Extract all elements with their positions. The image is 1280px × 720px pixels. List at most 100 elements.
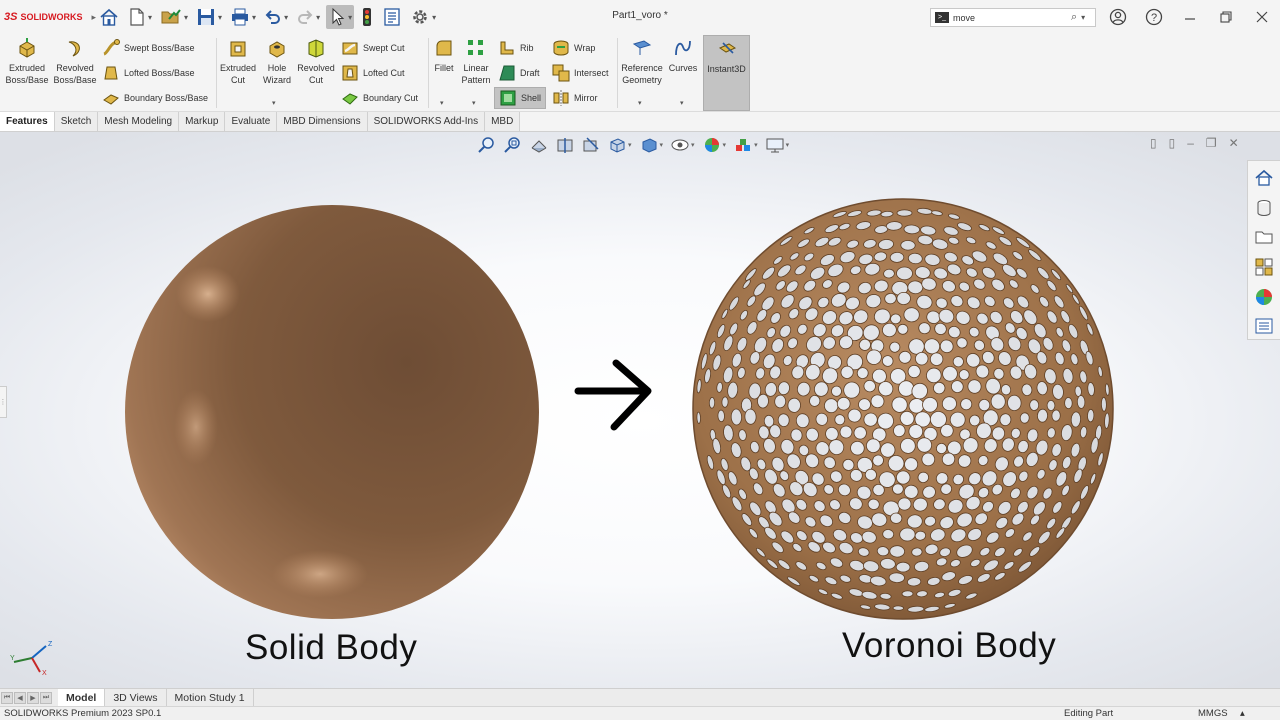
rib-button[interactable]: Rib bbox=[498, 39, 534, 57]
previous-tab-button[interactable]: ◀ bbox=[14, 692, 26, 704]
reference-geometry-button[interactable]: Reference Geometry bbox=[620, 38, 664, 86]
zoom-to-fit-button[interactable] bbox=[476, 136, 498, 154]
zoom-to-area-button[interactable] bbox=[502, 136, 524, 154]
task-pane-home-button[interactable] bbox=[1251, 165, 1277, 191]
first-tab-button[interactable]: ⏮ bbox=[1, 692, 13, 704]
tab-solidworks-add-ins[interactable]: SOLIDWORKS Add-Ins bbox=[367, 112, 486, 131]
chevron-down-icon[interactable]: ▾ bbox=[432, 13, 436, 22]
tab-evaluate[interactable]: Evaluate bbox=[225, 112, 278, 131]
chevron-down-icon[interactable]: ▾ bbox=[786, 141, 790, 149]
revolved-boss-button[interactable]: Revolved Boss/Base bbox=[52, 38, 98, 86]
curves-button[interactable]: Curves bbox=[666, 38, 700, 74]
chevron-down-icon[interactable]: ▾ bbox=[754, 141, 758, 149]
search-input[interactable] bbox=[953, 12, 1071, 23]
voronoi-body-sphere[interactable] bbox=[688, 194, 1118, 624]
chevron-down-icon[interactable]: ▾ bbox=[472, 99, 476, 107]
chevron-down-icon[interactable]: ▾ bbox=[680, 99, 684, 107]
extruded-boss-button[interactable]: Extruded Boss/Base bbox=[5, 38, 49, 86]
redo-button[interactable]: ▾ bbox=[294, 5, 322, 29]
home-button[interactable] bbox=[96, 5, 122, 29]
wrap-button[interactable]: Wrap bbox=[552, 39, 595, 57]
undo-button[interactable]: ▾ bbox=[262, 5, 290, 29]
previous-view-button[interactable] bbox=[528, 136, 550, 154]
tab-3d-views[interactable]: 3D Views bbox=[105, 689, 167, 706]
search-icon[interactable]: ⌕ bbox=[1071, 11, 1077, 24]
viewport-restore-button[interactable]: ❐ bbox=[1206, 136, 1217, 150]
restore-button[interactable] bbox=[1216, 8, 1236, 26]
options-button[interactable]: ▾ bbox=[408, 5, 438, 29]
view-orientation-button[interactable] bbox=[606, 136, 628, 154]
task-pane-view-palette-button[interactable] bbox=[1251, 254, 1277, 280]
tab-mbd[interactable]: MBD bbox=[485, 112, 521, 131]
dynamic-annotation-button[interactable] bbox=[580, 136, 602, 154]
chevron-down-icon[interactable]: ▾ bbox=[660, 141, 664, 149]
chevron-down-icon[interactable]: ▾ bbox=[272, 99, 276, 107]
hole-wizard-button[interactable]: Hole Wizard bbox=[258, 38, 296, 86]
tab-markup[interactable]: Markup bbox=[179, 112, 226, 131]
intersect-button[interactable]: Intersect bbox=[552, 64, 609, 82]
tab-motion-study-1[interactable]: Motion Study 1 bbox=[167, 689, 254, 706]
next-tab-button[interactable]: ▶ bbox=[27, 692, 39, 704]
draft-button[interactable]: Draft bbox=[498, 64, 540, 82]
boundary-boss-button[interactable]: Boundary Boss/Base bbox=[102, 89, 208, 107]
chevron-down-icon[interactable]: ▾ bbox=[723, 141, 727, 149]
shell-button[interactable]: Shell bbox=[494, 87, 547, 109]
minimize-button[interactable] bbox=[1180, 8, 1200, 26]
revolved-cut-button[interactable]: Revolved Cut bbox=[296, 38, 336, 86]
task-pane-resources-button[interactable] bbox=[1251, 195, 1277, 221]
select-button[interactable]: ▾ bbox=[326, 5, 355, 29]
chevron-down-icon[interactable]: ▾ bbox=[184, 13, 188, 22]
chevron-down-icon[interactable]: ▾ bbox=[691, 141, 695, 149]
file-properties-button[interactable] bbox=[380, 5, 404, 29]
print-button[interactable]: ▾ bbox=[228, 5, 258, 29]
chevron-down-icon[interactable]: ▾ bbox=[218, 13, 222, 22]
feature-manager-expand-handle[interactable]: ⋮ bbox=[0, 386, 7, 418]
solidworks-menu-button[interactable]: 3S SOLIDWORKS ▸ bbox=[0, 11, 96, 23]
viewport-minimize-button[interactable]: – bbox=[1187, 136, 1194, 150]
unit-system[interactable]: MMGS bbox=[1198, 708, 1228, 719]
chevron-down-icon[interactable]: ▾ bbox=[628, 141, 632, 149]
last-tab-button[interactable]: ⏭ bbox=[40, 692, 52, 704]
section-view-button[interactable] bbox=[554, 136, 576, 154]
chevron-up-icon[interactable]: ▴ bbox=[1240, 708, 1245, 719]
swept-cut-button[interactable]: Swept Cut bbox=[341, 39, 405, 57]
instant3d-button[interactable]: Instant3D bbox=[703, 35, 750, 111]
task-pane-custom-properties-button[interactable] bbox=[1251, 313, 1277, 339]
tab-sketch[interactable]: Sketch bbox=[54, 112, 99, 131]
new-button[interactable]: ▾ bbox=[126, 5, 154, 29]
chevron-down-icon[interactable]: ▾ bbox=[440, 99, 444, 107]
viewport-close-button[interactable]: ✕ bbox=[1229, 136, 1239, 150]
chevron-down-icon[interactable]: ▾ bbox=[348, 13, 352, 22]
task-pane-file-explorer-button[interactable] bbox=[1251, 224, 1277, 250]
open-button[interactable]: ▾ bbox=[158, 5, 190, 29]
linear-pattern-button[interactable]: Linear Pattern bbox=[458, 38, 494, 86]
swept-boss-button[interactable]: Swept Boss/Base bbox=[102, 39, 195, 57]
task-pane-appearances-button[interactable] bbox=[1251, 284, 1277, 310]
extruded-cut-button[interactable]: Extruded Cut bbox=[218, 38, 258, 86]
tab-mbd-dimensions[interactable]: MBD Dimensions bbox=[277, 112, 368, 131]
lofted-cut-button[interactable]: Lofted Cut bbox=[341, 64, 405, 82]
search-box[interactable]: >_ ⌕ ▾ bbox=[930, 8, 1096, 27]
boundary-cut-button[interactable]: Boundary Cut bbox=[341, 89, 418, 107]
chevron-down-icon[interactable]: ▾ bbox=[284, 13, 288, 22]
tab-features[interactable]: Features bbox=[0, 112, 55, 131]
tab-model[interactable]: Model bbox=[58, 689, 106, 706]
mirror-button[interactable]: Mirror bbox=[552, 89, 598, 107]
apply-scene-button[interactable] bbox=[732, 136, 754, 154]
chevron-down-icon[interactable]: ▾ bbox=[1081, 13, 1085, 22]
view-settings-button[interactable] bbox=[764, 136, 786, 154]
save-button[interactable]: ▾ bbox=[194, 5, 224, 29]
rebuild-button[interactable] bbox=[358, 5, 376, 29]
split-right-button[interactable]: ▯ bbox=[1169, 136, 1176, 150]
chevron-down-icon[interactable]: ▾ bbox=[638, 99, 642, 107]
solid-body-sphere[interactable] bbox=[120, 202, 544, 622]
user-account-button[interactable] bbox=[1108, 8, 1128, 26]
chevron-down-icon[interactable]: ▾ bbox=[252, 13, 256, 22]
help-button[interactable]: ? bbox=[1144, 8, 1164, 26]
tab-mesh-modeling[interactable]: Mesh Modeling bbox=[98, 112, 180, 131]
hide-show-items-button[interactable] bbox=[669, 136, 691, 154]
close-button[interactable] bbox=[1252, 8, 1272, 26]
chevron-down-icon[interactable]: ▾ bbox=[316, 13, 320, 22]
chevron-down-icon[interactable]: ▾ bbox=[148, 13, 152, 22]
display-style-button[interactable] bbox=[638, 136, 660, 154]
